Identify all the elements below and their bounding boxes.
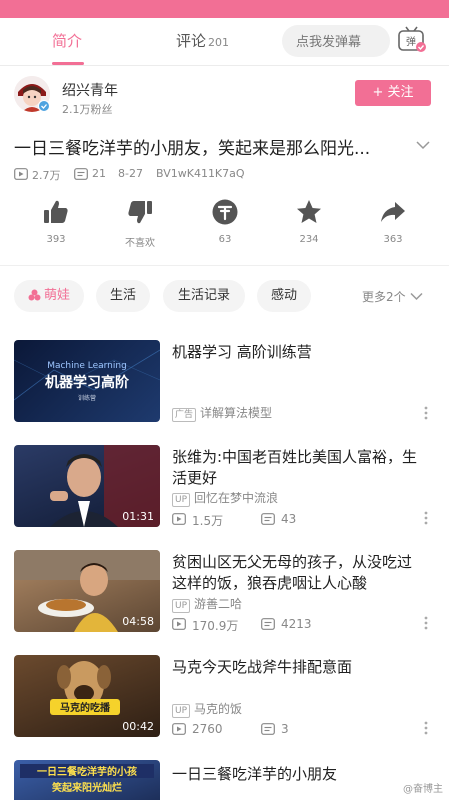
coin-count: 63 <box>218 234 232 245</box>
tag-item[interactable]: 生活 <box>96 280 150 312</box>
video-thumbnail: 一日三餐吃洋芋的小孩 笑起来阳光灿烂 <box>14 760 160 800</box>
star-icon <box>297 200 321 223</box>
more-options-icon[interactable] <box>424 511 428 525</box>
danmaku-input[interactable]: 点我发弹幕 <box>282 25 390 57</box>
tab-comments-label: 评论 <box>176 32 207 50</box>
thumb-caption: 笑起来阳光灿烂 <box>52 781 122 794</box>
related-play-count: 170.9万 <box>192 619 239 633</box>
share-icon <box>381 202 405 222</box>
play-count: 2.7万 <box>32 169 61 182</box>
comments-count: 201 <box>208 36 230 49</box>
danmaku-count: 21 <box>92 167 106 180</box>
tab-intro[interactable]: 简介 <box>52 30 82 51</box>
tag-item[interactable]: 生活记录 <box>163 280 245 312</box>
like-count: 393 <box>46 234 66 245</box>
dislike-label: 不喜欢 <box>125 238 155 249</box>
coin-button[interactable]: 63 <box>195 198 255 245</box>
more-options-icon[interactable] <box>424 616 428 630</box>
bvid: BV1wK411K7aQ <box>156 167 245 180</box>
thumb-down-icon <box>128 201 152 224</box>
related-video-title: 张维为:中国老百姓比美国人富裕，生活更好 <box>172 448 418 487</box>
chevron-down-icon[interactable] <box>414 136 432 154</box>
related-video-item[interactable]: 一日三餐吃洋芋的小孩 笑起来阳光灿烂 一日三餐吃洋芋的小朋友 <box>0 760 449 800</box>
video-thumbnail: 01:31 <box>14 445 160 527</box>
video-thumbnail: 马克的吃播 00:42 <box>14 655 160 737</box>
tab-indicator <box>52 62 84 65</box>
more-options-icon[interactable] <box>424 721 428 735</box>
favorite-count: 234 <box>299 234 319 245</box>
tag-item[interactable]: 萌娃 <box>14 280 84 312</box>
watermark: @奋博主 <box>403 784 443 795</box>
play-count-icon <box>14 168 28 180</box>
thumb-up-icon <box>44 200 68 223</box>
tag-list: 萌娃 生活 生活记录 感动 更多2个 <box>0 280 449 312</box>
related-video-item[interactable]: 01:31 张维为:中国老百姓比美国人富裕，生活更好 UP 回忆在梦中流浪 1.5… <box>0 445 449 540</box>
tag-label: 萌娃 <box>43 288 70 303</box>
related-danmaku-count: 4213 <box>281 617 312 631</box>
related-video-item[interactable]: Machine Learning 机器学习高阶 训练营 机器学习 高阶训练营 广… <box>0 340 449 435</box>
thumb-caption: 训练营 <box>78 394 96 402</box>
share-count: 363 <box>383 234 403 245</box>
danmaku-count-icon <box>261 618 275 630</box>
uploader-name[interactable]: 绍兴青年 <box>62 80 118 100</box>
video-duration: 01:31 <box>122 510 154 523</box>
related-video-item[interactable]: 马克的吃播 00:42 马克今天吃战斧牛排配意面 UP 马克的饭 2760 3 <box>0 655 449 750</box>
thumb-caption: 机器学习高阶 <box>45 374 130 391</box>
uploader-fans: 2.1万粉丝 <box>62 103 113 116</box>
play-count-icon <box>172 513 186 525</box>
play-count-icon <box>172 723 186 735</box>
thumb-caption: 一日三餐吃洋芋的小孩 <box>37 765 137 778</box>
related-video-title: 机器学习 高阶训练营 <box>172 343 312 361</box>
like-button[interactable]: 393 <box>26 198 86 245</box>
danmaku-icon-glyph: 弹 <box>406 35 416 48</box>
related-video-title: 贫困山区无父无母的孩子，从没吃过这样的饭，狼吞虎咽让人心酸 <box>172 553 413 592</box>
more-tags-label: 更多2个 <box>362 290 406 304</box>
thumb-caption: Machine Learning <box>47 361 127 371</box>
related-video-title: 马克今天吃战斧牛排配意面 <box>172 658 353 676</box>
action-bar: 393 不喜欢 63 234 363 <box>0 198 449 258</box>
danmaku-count-icon <box>261 513 275 525</box>
related-video-uploader: 马克的饭 <box>194 702 243 716</box>
more-options-icon[interactable] <box>424 406 428 420</box>
play-count-icon <box>172 618 186 630</box>
divider <box>0 265 449 266</box>
favorite-button[interactable]: 234 <box>279 198 339 245</box>
video-duration: 00:42 <box>122 720 154 733</box>
video-thumbnail: Machine Learning 机器学习高阶 训练营 <box>14 340 160 422</box>
dislike-button[interactable]: 不喜欢 <box>110 198 170 249</box>
more-tags-button[interactable]: 更多2个 <box>362 288 423 305</box>
publish-date: 8-27 <box>118 167 143 180</box>
verified-icon <box>38 100 50 112</box>
share-button[interactable]: 363 <box>363 198 423 245</box>
ad-badge: 广告 <box>172 408 197 422</box>
cute-tag-icon <box>28 289 41 301</box>
danmaku-count-icon <box>261 723 275 735</box>
tab-comments[interactable]: 评论 201 <box>176 30 229 51</box>
up-badge: UP <box>172 704 191 718</box>
ad-subtitle: 详解算法模型 <box>200 406 273 420</box>
video-duration: 04:58 <box>122 615 154 628</box>
up-badge: UP <box>172 493 191 507</box>
danmaku-toggle-icon[interactable]: 弹 <box>396 25 428 55</box>
related-video-item[interactable]: 04:58 贫困山区无父无母的孩子，从没吃过这样的饭，狼吞虎咽让人心酸 UP 游善… <box>0 550 449 645</box>
follow-button[interactable]: + 关注 <box>355 80 431 106</box>
chevron-down-icon <box>410 292 423 301</box>
coin-icon <box>212 199 238 225</box>
status-bar-accent <box>0 0 449 18</box>
video-thumbnail: 04:58 <box>14 550 160 632</box>
thumb-caption: 马克的吃播 <box>60 701 111 714</box>
up-badge: UP <box>172 599 191 613</box>
related-video-uploader: 回忆在梦中流浪 <box>194 491 279 505</box>
tag-item[interactable]: 感动 <box>257 280 311 312</box>
related-play-count: 1.5万 <box>192 514 224 528</box>
danmaku-count-icon <box>74 168 88 180</box>
video-title: 一日三餐吃洋芋的小朋友，笑起来是那么阳光... <box>14 139 371 159</box>
related-danmaku-count: 3 <box>281 722 289 736</box>
related-play-count: 2760 <box>192 722 223 736</box>
related-video-uploader: 游善二哈 <box>194 597 243 611</box>
related-video-title: 一日三餐吃洋芋的小朋友 <box>172 765 338 783</box>
related-danmaku-count: 43 <box>281 512 297 526</box>
